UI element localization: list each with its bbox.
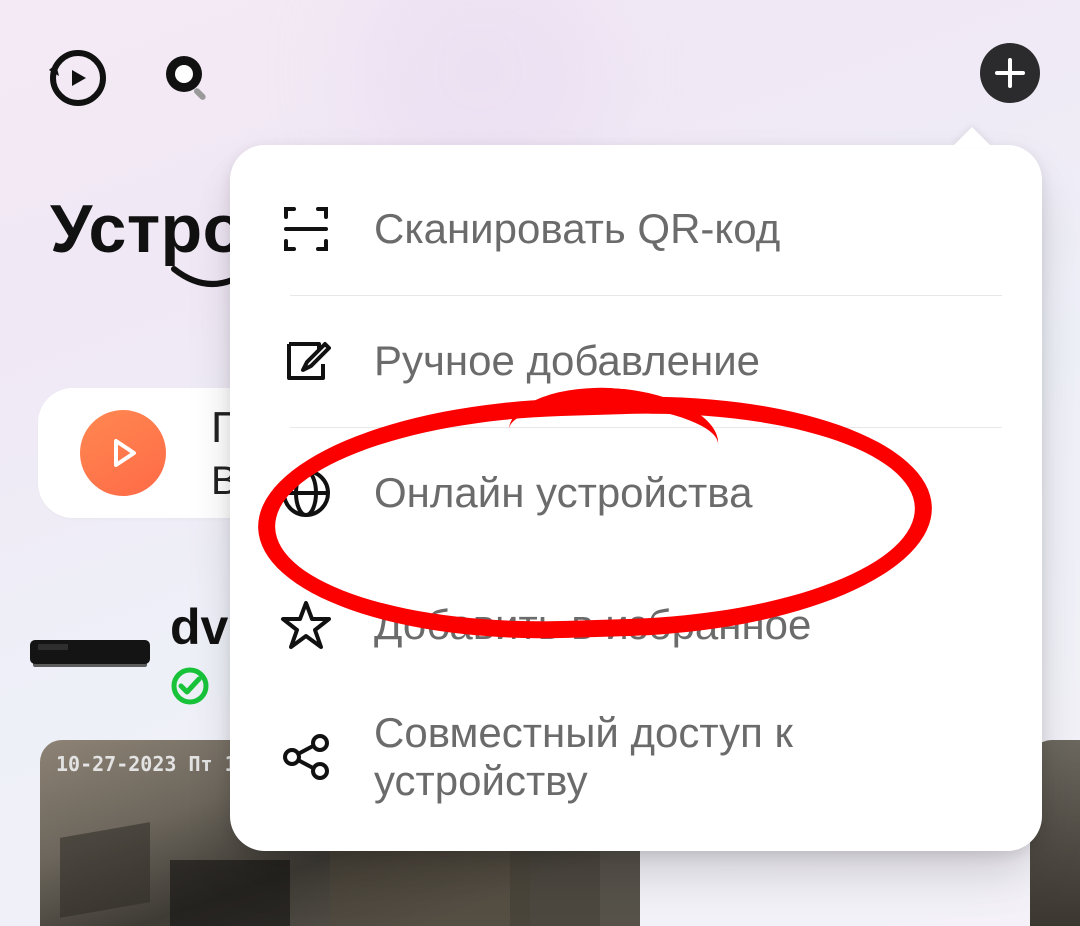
playback-history-icon (45, 47, 107, 109)
menu-share-device-label: Совместный доступ к устройству (374, 709, 992, 805)
menu-add-favorite-label: Добавить в избранное (374, 601, 811, 649)
menu-manual-add-label: Ручное добавление (374, 337, 760, 385)
globe-icon (280, 467, 332, 519)
menu-scan-qr-label: Сканировать QR-код (374, 205, 780, 253)
plus-icon (994, 57, 1026, 89)
playback-history-button[interactable] (38, 40, 113, 115)
menu-add-favorite[interactable]: Добавить в избранное (230, 559, 1042, 691)
menu-scan-qr[interactable]: Сканировать QR-код (230, 163, 1042, 295)
device-thumbnail[interactable] (30, 640, 150, 664)
star-icon (280, 599, 332, 651)
menu-online-devices-label: Онлайн устройства (374, 469, 752, 517)
menu-share-device[interactable]: Совместный доступ к устройству (230, 691, 1042, 823)
search-icon (159, 49, 217, 107)
share-icon (280, 731, 332, 783)
search-button[interactable] (150, 40, 225, 115)
add-device-button[interactable] (980, 43, 1040, 103)
menu-manual-add[interactable]: Ручное добавление (230, 295, 1042, 427)
play-badge-icon (80, 410, 166, 496)
add-device-menu: Сканировать QR-код Ручное добавление Онл… (230, 145, 1042, 851)
edit-icon (280, 335, 332, 387)
device-online-status-icon (170, 666, 210, 706)
menu-online-devices[interactable]: Онлайн устройства (230, 427, 1042, 559)
qr-scan-icon (280, 203, 332, 255)
